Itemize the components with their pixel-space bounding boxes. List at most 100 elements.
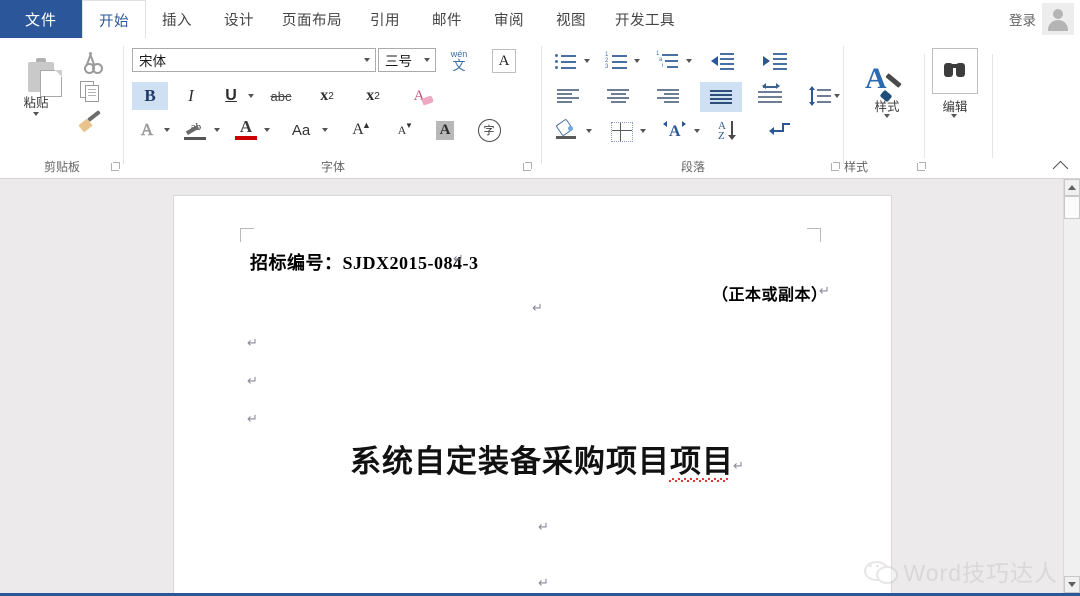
change-case-button[interactable]: Aa [282,116,320,144]
scroll-thumb[interactable] [1064,196,1080,219]
cut-button[interactable] [74,48,104,76]
tab-file[interactable]: 文件 [0,0,82,38]
align-center-button[interactable] [600,82,634,110]
shading-caret[interactable] [586,129,592,133]
pilcrow-mark: ↵ [247,412,258,427]
increase-indent-button[interactable] [758,48,792,74]
align-center-icon [607,89,629,104]
font-size-combo[interactable]: 三号 [378,48,436,72]
phonetic-guide-button[interactable]: wén 文 [444,46,474,76]
character-border-button[interactable]: A [492,49,516,73]
styles-button[interactable]: A 样式 [856,48,918,122]
scroll-up-button[interactable] [1064,179,1080,196]
superscript-button[interactable]: x2 [356,82,390,110]
font-dialog-launcher[interactable] [522,162,533,173]
numbered-list-icon: 1 2 3 [605,52,629,70]
decrease-indent-button[interactable] [706,48,740,74]
ribbon-group-paragraph: 1 2 3 1 a i A A Z 段落 [542,38,844,178]
clear-formatting-button[interactable]: A [402,82,436,110]
underline-button[interactable]: U [216,82,246,110]
clipboard-group-label: 剪贴板 [43,160,80,174]
copy-note-text: （正本或副本） [712,287,828,304]
font-size-caret[interactable] [424,58,430,62]
editing-dropdown-caret[interactable] [951,114,957,118]
text-effects-caret[interactable] [164,128,170,132]
justify-button[interactable] [700,82,742,112]
editing-button[interactable] [932,48,978,94]
tab-references[interactable]: 引用 [354,0,416,38]
collapse-ribbon-button[interactable] [1052,160,1069,177]
clipboard-dialog-launcher[interactable] [110,162,121,173]
bullets-caret[interactable] [584,59,590,63]
shrink-font-button[interactable]: A ▼ [386,116,418,144]
shading-button[interactable] [550,118,584,144]
tab-mailings[interactable]: 邮件 [416,0,478,38]
vertical-scrollbar[interactable] [1063,179,1080,596]
tab-review[interactable]: 审阅 [478,0,540,38]
styles-dialog-launcher[interactable] [916,162,927,173]
numbering-button[interactable]: 1 2 3 [600,48,632,74]
pilcrow-mark: ↵ [453,252,464,267]
tab-developer[interactable]: 开发工具 [602,0,688,38]
scroll-down-button[interactable] [1064,576,1080,593]
chevron-up-icon [1052,160,1069,177]
asian-layout-caret[interactable] [694,129,700,133]
line-spacing-button[interactable] [800,82,832,110]
paste-button[interactable]: 粘贴 [10,46,62,118]
line-spacing-caret[interactable] [834,94,840,98]
tab-design[interactable]: 设计 [208,0,270,38]
borders-button[interactable] [604,118,638,144]
character-shading-button[interactable]: A [430,116,460,144]
bullets-button[interactable] [550,48,582,74]
document-canvas[interactable]: 招标编号：SJDX2015-084-3 ↵ （正本或副本） ↵ ↵ ↵ ↵ ↵ … [0,179,1080,596]
distribute-button[interactable] [752,82,786,110]
binoculars-icon [944,59,968,81]
font-name-caret[interactable] [364,58,370,62]
tab-view[interactable]: 视图 [540,0,602,38]
underline-caret[interactable] [248,94,254,98]
tab-page-layout[interactable]: 页面布局 [270,0,354,38]
grow-font-button[interactable]: A ▲ [342,116,374,144]
strikethrough-button[interactable]: abc [264,82,298,110]
align-right-button[interactable] [650,82,684,110]
align-left-button[interactable] [550,82,584,110]
increase-indent-icon [763,53,789,70]
text-effects-button[interactable]: A [132,116,162,144]
pilcrow-mark: ↵ [247,336,258,351]
editing-label: 编辑 [942,100,968,114]
highlight-caret[interactable] [214,128,220,132]
paste-dropdown-caret[interactable] [33,112,39,116]
multilevel-list-caret[interactable] [686,59,692,63]
font-group-label: 字体 [320,160,345,174]
tab-insert[interactable]: 插入 [146,0,208,38]
change-case-caret[interactable] [322,128,328,132]
sort-button[interactable]: A Z [712,118,746,144]
enclose-characters-button[interactable]: 字 [474,116,504,144]
highlight-color-button[interactable]: ab [180,116,212,144]
font-name-combo[interactable]: 宋体 [132,48,376,72]
subscript-button[interactable]: x2 [310,82,344,110]
font-color-button[interactable]: A [230,116,262,144]
sort-icon: A Z [716,120,742,142]
scissors-icon [82,52,103,74]
bullet-list-icon [555,52,579,70]
italic-button[interactable]: I [174,82,208,110]
word-window: 文件 开始 插入 设计 页面布局 引用 邮件 审阅 视图 开发工具 登录 粘贴 [0,0,1080,596]
format-painter-button[interactable] [74,108,104,136]
avatar[interactable] [1042,3,1074,35]
borders-caret[interactable] [640,129,646,133]
tab-home[interactable]: 开始 [82,0,146,39]
justify-icon [710,90,732,105]
font-name-value: 宋体 [139,54,166,69]
bold-button[interactable]: B [132,82,168,110]
show-formatting-marks-button[interactable] [764,118,798,144]
multilevel-list-button[interactable]: 1 a i [652,48,684,74]
styles-dropdown-caret[interactable] [884,114,890,118]
asian-layout-button[interactable]: A [658,118,692,144]
numbering-caret[interactable] [634,59,640,63]
pilcrow-mark: ↵ [532,301,543,316]
sign-in-link[interactable]: 登录 [1009,9,1036,29]
font-color-caret[interactable] [264,128,270,132]
document-page[interactable]: 招标编号：SJDX2015-084-3 ↵ （正本或副本） ↵ ↵ ↵ ↵ ↵ … [173,195,892,596]
copy-button[interactable] [74,78,104,106]
